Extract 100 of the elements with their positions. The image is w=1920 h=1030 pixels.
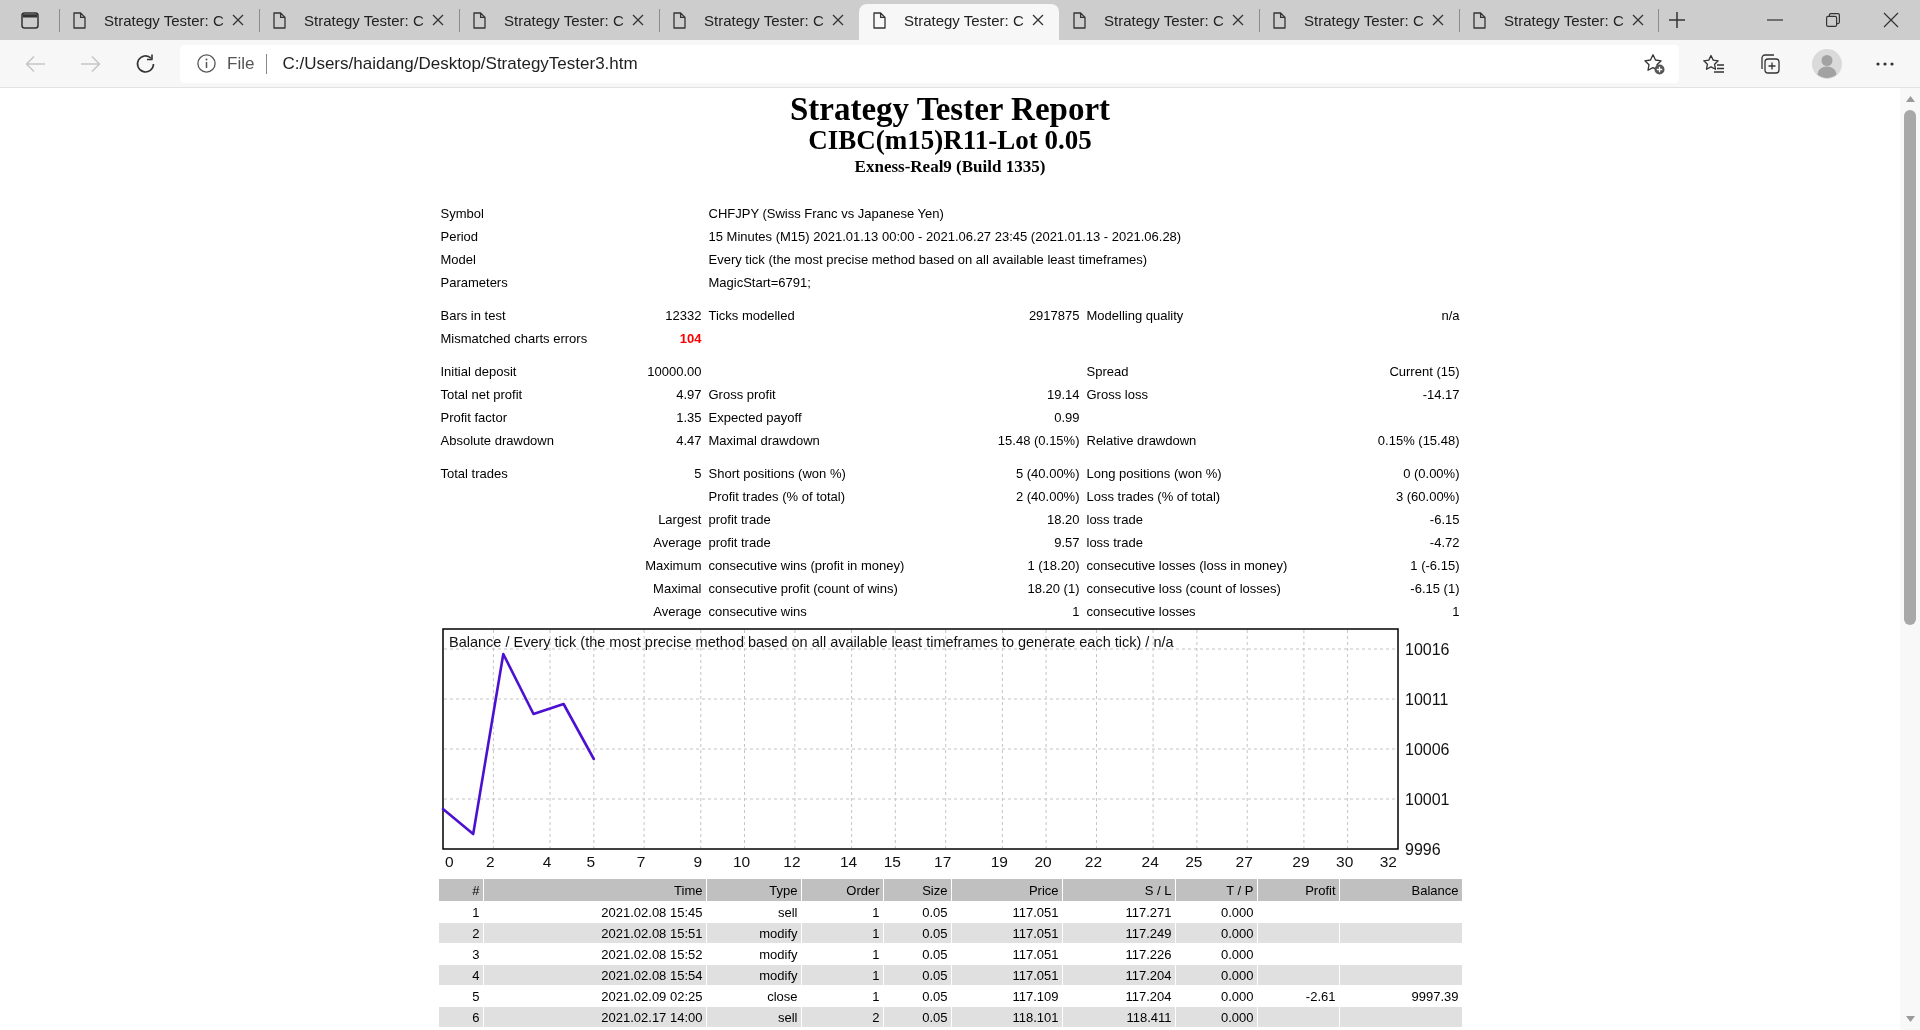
error-count: 104 [678,331,703,346]
table-cell: 2021.02.17 14:00 [483,1007,706,1027]
stat-label: Total trades [439,466,509,481]
stat-label: consecutive loss (count of losses) [1085,581,1282,596]
browser-tab[interactable]: Strategy Tester: C [459,4,659,40]
stat-value: Current (15) [1388,364,1461,379]
browser-tab[interactable]: Strategy Tester: C [859,4,1059,40]
stat-label: Mismatched charts errors [439,331,589,346]
address-field[interactable]: File C:/Users/haidang/Desktop/StrategyTester3.htm [180,44,1679,83]
more-icon[interactable] [1876,61,1894,66]
stat-value: 1 [1451,604,1461,619]
stat-label: profit trade [707,535,772,550]
close-icon[interactable] [432,14,444,26]
stat-label: profit trade [707,512,772,527]
axis-label: 20 [1033,852,1052,870]
axis-label: 19 [990,852,1008,870]
table-cell: 4 [438,965,483,985]
stat-label: Spread [1085,364,1130,379]
stat-label: consecutive wins (profit in money) [707,558,906,573]
table-cell: 0.000 [1175,1007,1257,1027]
page-icon [1473,11,1486,29]
site-info-button[interactable]: File [197,53,255,74]
table-cell: 117.204 [1062,965,1175,985]
browser-tab[interactable]: Strategy Tester: C [59,4,259,40]
table-cell: 117.249 [1062,923,1175,943]
axis-label: 9 [693,852,702,870]
column-header: Price [951,879,1062,901]
table-cell-text: 117.226 [1124,945,1173,964]
stat-label: Gross profit [707,387,777,402]
star-plus-icon[interactable] [1643,52,1665,75]
close-icon[interactable] [1232,14,1244,26]
axis-label: 15 [883,852,901,870]
table-cell: 0.05 [883,1007,951,1027]
stat-value: -6.15 [1428,512,1461,527]
table-cell-text: 2021.02.08 15:45 [600,903,704,922]
axis-label: 32 [1379,852,1397,870]
table-cell-text: 0.000 [1219,903,1255,922]
info-value: Every tick (the most precise method based on all available least timeframes) [707,252,1149,267]
stat-label: Average [652,604,703,619]
column-header: Order [801,879,883,901]
browser-tab[interactable]: Strategy Tester: C [1459,4,1659,40]
axis-label: 0 [444,852,454,870]
table-cell: modify [706,923,801,943]
close-icon[interactable] [232,14,244,26]
table-cell-text: 117.271 [1124,903,1173,922]
close-icon[interactable] [1632,14,1644,26]
stat-label: consecutive losses (loss in money) [1085,558,1289,573]
close-icon[interactable] [832,14,844,26]
restore-icon[interactable] [1826,13,1840,27]
close-icon[interactable] [1432,14,1444,26]
stat-value: 4.47 [675,433,703,448]
stat-value: 1 (-6.15) [1409,558,1461,573]
page-icon [273,11,286,29]
axis-label: 5 [585,852,595,870]
stat-label: loss trade [1085,535,1144,550]
stat-label: loss trade [1085,512,1144,527]
table-cell-text: 1 [471,903,481,922]
star-list-icon[interactable] [1703,53,1725,74]
axis-label: 22 [1084,852,1102,870]
table-cell-text: 9997.39 [1410,987,1460,1006]
table-cell-text: 5 [471,987,481,1006]
browser-tab[interactable]: Strategy Tester: C [259,4,459,40]
stat-label: Long positions (won %) [1085,466,1223,481]
stat-value: -4.72 [1428,535,1461,550]
squares-plus-icon[interactable] [1758,52,1780,75]
stat-value: 0.15% (15.48) [1376,433,1461,448]
column-header: Size [883,879,951,901]
browser-tab[interactable]: Strategy Tester: C [1059,4,1259,40]
stat-value: 0.99 [1053,410,1081,425]
stat-label: consecutive losses [1085,604,1197,619]
scrollbar-thumb[interactable] [1904,110,1916,625]
axis-label: 14 [839,852,857,870]
table-cell-text: 0.05 [921,903,949,922]
scroll-up-icon[interactable] [1905,96,1915,102]
plus-icon[interactable] [1668,11,1686,29]
stat-value: 12332 [664,308,703,323]
column-header: Time [483,879,706,901]
browser-tab[interactable]: Strategy Tester: C [1259,4,1459,40]
close-icon[interactable] [632,14,644,26]
close-icon[interactable] [1032,14,1044,26]
table-cell-text: 1 [871,903,881,922]
stat-label: consecutive profit (count of wins) [707,581,899,596]
axis-label: 17 [933,852,951,870]
stat-label: Largest [657,512,703,527]
vertical-scrollbar[interactable] [1900,88,1920,1030]
browser-tab[interactable]: Strategy Tester: C [659,4,859,40]
refresh-icon[interactable] [134,53,156,74]
info-value: 15 Minutes (M15) 2021.01.13 00:00 - 2021.06.27 23:45 (2021.01.13 - 2021.06.28) [707,229,1183,244]
axis-label: 24 [1141,852,1159,870]
scroll-down-icon[interactable] [1905,1016,1915,1022]
window-icon[interactable] [20,11,39,29]
table-cell-text: close [766,987,799,1006]
table-cell: 0.05 [883,965,951,985]
stat-label: Profit trades (% of total) [707,489,847,504]
stat-value: 3 (60.00%) [1394,489,1461,504]
table-cell: 2 [801,1007,883,1027]
close-icon[interactable] [1883,12,1899,28]
axis-label: 10016 [1404,640,1449,658]
stat-value: 1.35 [675,410,703,425]
stat-label: Maximum [644,558,703,573]
